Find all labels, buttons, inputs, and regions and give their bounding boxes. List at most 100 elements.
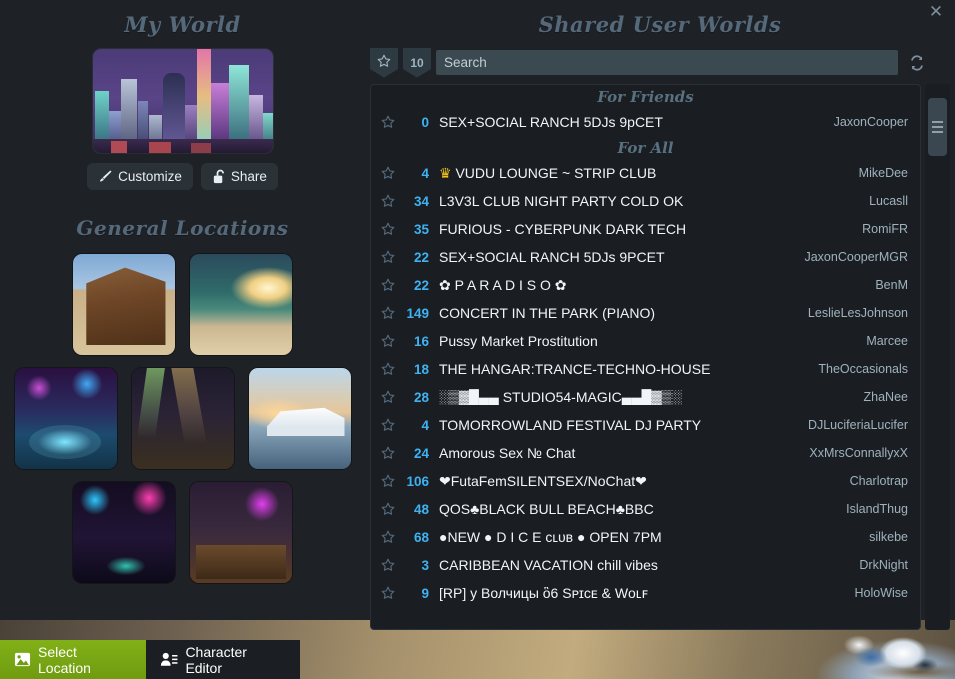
world-title: CONCERT IN THE PARK (PIANO)	[439, 305, 655, 321]
world-title: ░▒▓█▄▄ STUDIO54-MAGIC▄▄█▓▒░	[439, 389, 682, 405]
world-title: FURIOUS - CYBERPUNK DARK TECH	[439, 221, 687, 237]
world-visitor-count: 24	[413, 445, 429, 461]
favorite-star-icon[interactable]	[377, 222, 399, 236]
world-title: [RP] у Волчицы ὃ6 Sᴘɪᴄᴇ & Wᴏʟꜰ	[439, 584, 649, 601]
scrollbar-track[interactable]	[925, 84, 950, 630]
world-count-badge[interactable]: 10	[403, 47, 431, 78]
location-thumb-western-saloon[interactable]	[73, 254, 175, 355]
my-world-title: My World	[124, 12, 241, 37]
preview-light-beam	[196, 49, 211, 153]
world-visitor-count: 34	[413, 193, 429, 209]
tab-select-location-label: Select Location	[38, 643, 91, 676]
world-visitor-count: 68	[413, 529, 429, 545]
shared-worlds-title: Shared User Worlds	[538, 12, 782, 37]
world-row[interactable]: 48 QOS♣BLACK BULL BEACH♣BBC IslandThug	[371, 495, 920, 523]
world-row[interactable]: 18 THE HANGAR:TRANCE-TECHNO-HOUSE TheOccas…	[371, 355, 920, 383]
world-row[interactable]: 4 ♛ VUDU LOUNGE ~ STRIP CLUB MikeDee	[371, 159, 920, 187]
favorite-star-icon[interactable]	[377, 306, 399, 320]
world-row[interactable]: 24 Amorous Sex № Chat XxMrsConnallyxX	[371, 439, 920, 467]
location-thumb-sin-club-bar[interactable]	[190, 482, 292, 583]
tab-character-editor[interactable]: Character Editor	[146, 640, 300, 679]
location-thumb-tropical-beach[interactable]	[190, 254, 292, 355]
general-locations-title: General Locations	[76, 216, 289, 240]
my-world-panel: My World Customize Share General Locatio…	[0, 0, 365, 620]
world-row[interactable]: 28 ░▒▓█▄▄ STUDIO54-MAGIC▄▄█▓▒░ ZhaNee	[371, 383, 920, 411]
world-row[interactable]: 16 Pussy Market Prostitution Marcee	[371, 327, 920, 355]
search-input[interactable]	[436, 50, 898, 75]
favorite-star-icon[interactable]	[377, 390, 399, 404]
world-row[interactable]: 9 [RP] у Волчицы ὃ6 Sᴘɪᴄᴇ & Wᴏʟꜰ HoloWise	[371, 579, 920, 607]
favorite-star-icon[interactable]	[377, 502, 399, 516]
locations-grid	[0, 254, 365, 583]
world-row[interactable]: 22 SEX+SOCIAL RANCH 5DJs 9PCET JaxonCooper…	[371, 243, 920, 271]
favorite-star-icon[interactable]	[377, 115, 399, 129]
world-title: TOMORROWLAND FESTIVAL DJ PARTY	[439, 417, 702, 433]
favorite-star-icon[interactable]	[377, 334, 399, 348]
scrollbar-thumb[interactable]	[928, 98, 947, 156]
location-thumb-neon-venue[interactable]	[131, 368, 234, 469]
favorite-star-icon[interactable]	[377, 446, 399, 460]
favorite-star-icon[interactable]	[377, 558, 399, 572]
star-icon	[377, 54, 391, 71]
world-title: ♛ VUDU LOUNGE ~ STRIP CLUB	[439, 164, 657, 181]
world-visitor-count: 4	[421, 417, 429, 433]
favorite-star-icon[interactable]	[377, 362, 399, 376]
world-row[interactable]: 34 L3V3L CLUB NIGHT PARTY COLD OK Lucasll	[371, 187, 920, 215]
worlds-list-scrollbar[interactable]	[925, 84, 950, 630]
world-title: ●NEW ● D I C E ᴄʟᴜʙ ● OPEN 7PM	[439, 529, 662, 545]
location-thumb-neon-dance-club[interactable]	[73, 482, 175, 583]
world-row[interactable]: 106 ❤FutaFemSILENTSEX/NoChat❤ Charlotrap	[371, 467, 920, 495]
tab-select-location[interactable]: Select Location	[0, 640, 147, 679]
scene-sneakers	[841, 627, 937, 679]
world-row[interactable]: 22 ✿ P A R A D I S O ✿ BenM	[371, 271, 920, 299]
locations-row-1	[0, 254, 365, 355]
world-visitor-count: 22	[413, 249, 429, 265]
favorite-star-icon[interactable]	[377, 530, 399, 544]
world-visitor-count: 18	[413, 361, 429, 377]
location-thumb-sunset-yacht[interactable]	[248, 368, 351, 469]
world-owner: HoloWise	[854, 586, 909, 600]
world-row[interactable]: 149 CONCERT IN THE PARK (PIANO) LeslieLesJ…	[371, 299, 920, 327]
favorite-star-icon[interactable]	[377, 418, 399, 432]
world-row[interactable]: 3 CARIBBEAN VACATION chill vibes DrkNight	[371, 551, 920, 579]
world-visitor-count: 4	[421, 165, 429, 181]
world-owner: JaxonCooperMGR	[804, 250, 908, 264]
world-title: ✿ P A R A D I S O ✿	[439, 276, 567, 293]
favorite-star-icon[interactable]	[377, 194, 399, 208]
world-owner: DJLuciferiaLucifer	[807, 418, 908, 432]
favorites-filter-tab[interactable]	[370, 47, 398, 78]
locations-row-3	[0, 482, 365, 583]
world-owner: IslandThug	[846, 502, 908, 516]
world-title: SEX+SOCIAL RANCH 5DJs 9pCET	[439, 114, 663, 130]
world-row[interactable]: 4 TOMORROWLAND FESTIVAL DJ PARTY DJLucifer…	[371, 411, 920, 439]
app-root: ✕ My World Customize Share General Locat…	[0, 0, 955, 679]
world-owner: BenM	[875, 278, 908, 292]
section-header: For Friends	[597, 88, 694, 106]
world-owner: TheOccasionals	[818, 362, 908, 376]
world-row[interactable]: 0 SEX+SOCIAL RANCH 5DJs 9pCET JaxonCooper	[371, 108, 920, 136]
location-thumb-pool-party[interactable]	[14, 368, 117, 469]
world-owner: DrkNight	[859, 558, 908, 572]
shared-worlds-panel: Shared User Worlds 10 For Friends 0 SEX+SO…	[365, 0, 955, 630]
image-icon	[14, 651, 31, 668]
refresh-icon[interactable]	[904, 50, 930, 76]
world-owner: ZhaNee	[863, 390, 908, 404]
share-button[interactable]: Share	[200, 163, 278, 190]
favorite-star-icon[interactable]	[377, 166, 399, 180]
favorite-star-icon[interactable]	[377, 250, 399, 264]
favorite-star-icon[interactable]	[377, 278, 399, 292]
world-row[interactable]: 68 ●NEW ● D I C E ᴄʟᴜʙ ● OPEN 7PM silkebe	[371, 523, 920, 551]
world-visitor-count: 28	[413, 389, 429, 405]
world-title: SEX+SOCIAL RANCH 5DJs 9PCET	[439, 249, 665, 265]
paintbrush-icon	[98, 169, 113, 184]
favorite-star-icon[interactable]	[377, 474, 399, 488]
world-owner: silkebe	[869, 530, 908, 544]
favorite-star-icon[interactable]	[377, 586, 399, 600]
world-visitor-count: 9	[421, 585, 429, 601]
world-visitor-count: 16	[413, 333, 429, 349]
world-owner: Marcee	[866, 334, 908, 348]
world-title: QOS♣BLACK BULL BEACH♣BBC	[439, 501, 654, 517]
customize-button[interactable]: Customize	[87, 163, 193, 190]
world-row[interactable]: 35 FURIOUS - CYBERPUNK DARK TECH RomiFR	[371, 215, 920, 243]
my-world-preview[interactable]	[92, 49, 273, 153]
